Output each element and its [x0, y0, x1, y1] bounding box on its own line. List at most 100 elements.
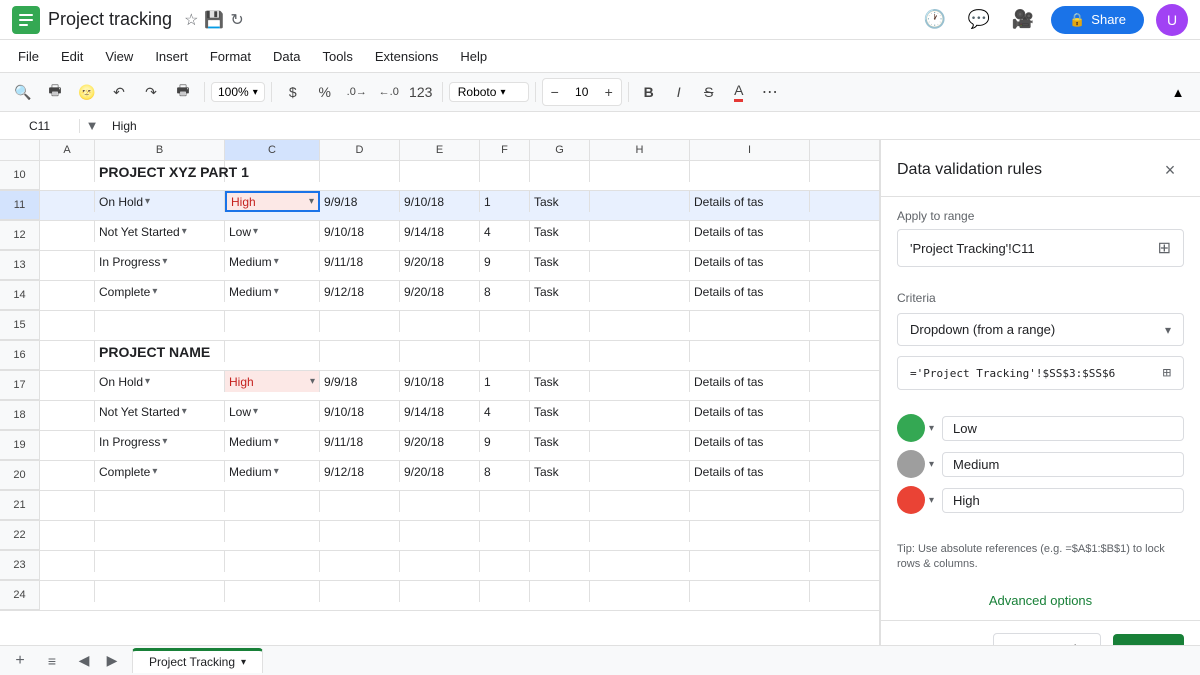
cell-g13[interactable]: Task — [530, 251, 590, 272]
cell-e24[interactable] — [400, 581, 480, 602]
cell-a23[interactable] — [40, 551, 95, 572]
cell-f12[interactable]: 4 — [480, 221, 530, 242]
col-header-b[interactable]: B — [95, 140, 225, 160]
cell-e15[interactable] — [400, 311, 480, 332]
cell-c23[interactable] — [225, 551, 320, 572]
cell-b10[interactable]: PROJECT XYZ PART 1 — [95, 161, 225, 182]
print-btn2[interactable]: 🖶 — [168, 78, 198, 106]
col-header-e[interactable]: E — [400, 140, 480, 160]
row-num-23[interactable]: 23 — [0, 551, 40, 580]
hide-formula-bar-btn[interactable]: ▲ — [1164, 78, 1192, 106]
cell-h22[interactable] — [590, 521, 690, 542]
cell-f22[interactable] — [480, 521, 530, 542]
cell-b11[interactable]: On Hold ▾ — [95, 191, 225, 212]
row-num-21[interactable]: 21 — [0, 491, 40, 520]
cell-a22[interactable] — [40, 521, 95, 542]
cell-a21[interactable] — [40, 491, 95, 512]
cell-g23[interactable] — [530, 551, 590, 572]
cell-i16[interactable] — [690, 341, 810, 362]
dropdown-arrow-c13[interactable]: ▾ — [274, 252, 279, 272]
cell-b23[interactable] — [95, 551, 225, 572]
menu-view[interactable]: View — [95, 45, 143, 68]
cell-e17[interactable]: 9/10/18 — [400, 371, 480, 392]
cell-e19[interactable]: 9/20/18 — [400, 431, 480, 452]
cell-e18[interactable]: 9/14/18 — [400, 401, 480, 422]
currency-btn[interactable]: $ — [278, 78, 308, 106]
menu-data[interactable]: Data — [263, 45, 310, 68]
cell-i22[interactable] — [690, 521, 810, 542]
cell-i24[interactable] — [690, 581, 810, 602]
cell-e12[interactable]: 9/14/18 — [400, 221, 480, 242]
nav-right-button[interactable]: ▶ — [100, 649, 124, 673]
cell-b20[interactable]: Complete ▾ — [95, 461, 225, 482]
share-button[interactable]: 🔒 Share — [1051, 6, 1144, 34]
row-num-24[interactable]: 24 — [0, 581, 40, 610]
col-header-a[interactable]: A — [40, 140, 95, 160]
more-format-btn[interactable]: ⋯ — [755, 78, 785, 106]
cell-d10[interactable] — [320, 161, 400, 182]
cell-f13[interactable]: 9 — [480, 251, 530, 272]
row-num-11[interactable]: 11 — [0, 191, 40, 220]
cell-c19[interactable]: Medium ▾ — [225, 431, 320, 452]
cell-i20[interactable]: Details of tas — [690, 461, 810, 482]
dropdown-arrow-c12[interactable]: ▾ — [253, 222, 258, 242]
cell-a15[interactable] — [40, 311, 95, 332]
cell-e22[interactable] — [400, 521, 480, 542]
comment-icon[interactable]: 💬 — [963, 4, 995, 36]
row-num-18[interactable]: 18 — [0, 401, 40, 430]
cell-a11[interactable] — [40, 191, 95, 212]
cell-b24[interactable] — [95, 581, 225, 602]
paint-format-btn[interactable]: 🌝 — [72, 78, 102, 106]
cell-f16[interactable] — [480, 341, 530, 362]
cell-d17[interactable]: 9/9/18 — [320, 371, 400, 392]
cell-d13[interactable]: 9/11/18 — [320, 251, 400, 272]
cell-e16[interactable] — [400, 341, 480, 362]
cell-i10[interactable] — [690, 161, 810, 182]
cell-g20[interactable]: Task — [530, 461, 590, 482]
col-header-f[interactable]: F — [480, 140, 530, 160]
cell-d20[interactable]: 9/12/18 — [320, 461, 400, 482]
cell-i11[interactable]: Details of tas — [690, 191, 810, 212]
print-btn[interactable]: 🖶 — [40, 78, 70, 106]
bold-btn[interactable]: B — [635, 78, 663, 106]
cell-d21[interactable] — [320, 491, 400, 512]
cell-i21[interactable] — [690, 491, 810, 512]
cell-i13[interactable]: Details of tas — [690, 251, 810, 272]
dropdown-arrow-b12[interactable]: ▾ — [182, 222, 187, 242]
col-header-i[interactable]: I — [690, 140, 810, 160]
history-icon[interactable]: ↻ — [230, 10, 243, 30]
dropdown-arrow-c18[interactable]: ▾ — [253, 402, 258, 422]
cell-a17[interactable] — [40, 371, 95, 392]
dropdown-arrow-c20[interactable]: ▾ — [274, 462, 279, 482]
cell-b16[interactable]: PROJECT NAME — [95, 341, 225, 362]
cell-e14[interactable]: 9/20/18 — [400, 281, 480, 302]
text-color-btn[interactable]: A — [725, 78, 753, 106]
cell-e11[interactable]: 9/10/18 — [400, 191, 480, 212]
menu-help[interactable]: Help — [450, 45, 497, 68]
cell-g19[interactable]: Task — [530, 431, 590, 452]
cell-h16[interactable] — [590, 341, 690, 362]
cell-a10[interactable] — [40, 161, 95, 182]
cell-d24[interactable] — [320, 581, 400, 602]
dropdown-arrow-b17[interactable]: ▾ — [145, 372, 150, 392]
cell-c11[interactable]: High ▾ — [225, 191, 320, 212]
cell-e21[interactable] — [400, 491, 480, 512]
font-selector[interactable]: Roboto ▾ — [449, 82, 529, 102]
cell-h20[interactable] — [590, 461, 690, 482]
formula-content[interactable]: High — [104, 119, 1200, 133]
cell-h10[interactable] — [590, 161, 690, 182]
cell-i18[interactable]: Details of tas — [690, 401, 810, 422]
cell-d19[interactable]: 9/11/18 — [320, 431, 400, 452]
cell-f20[interactable]: 8 — [480, 461, 530, 482]
cell-c13[interactable]: Medium ▾ — [225, 251, 320, 272]
criteria-dropdown[interactable]: Dropdown (from a range) ▾ — [897, 313, 1184, 346]
color-picker-high[interactable]: ▾ — [897, 486, 934, 514]
cell-d22[interactable] — [320, 521, 400, 542]
app-logo[interactable] — [12, 6, 40, 34]
cell-c20[interactable]: Medium ▾ — [225, 461, 320, 482]
cell-d14[interactable]: 9/12/18 — [320, 281, 400, 302]
high-label-input[interactable] — [942, 488, 1184, 513]
nav-left-button[interactable]: ◀ — [72, 649, 96, 673]
cell-f14[interactable]: 8 — [480, 281, 530, 302]
search-toolbar-btn[interactable]: 🔍 — [8, 78, 38, 106]
